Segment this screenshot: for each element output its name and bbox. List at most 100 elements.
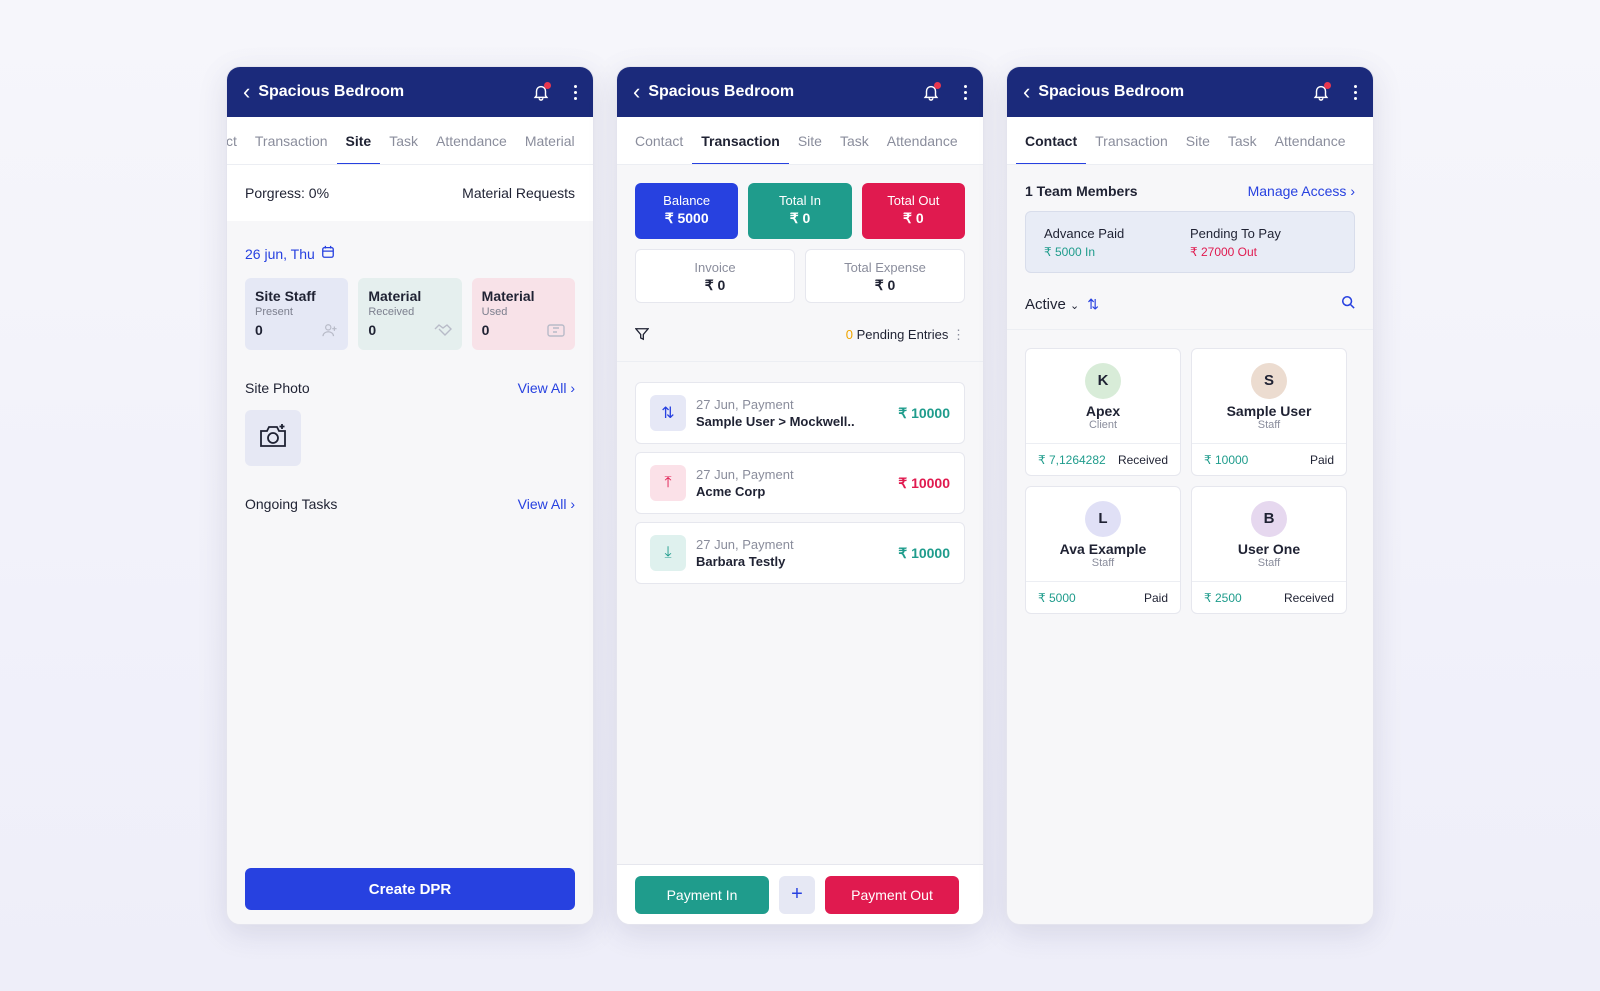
avatar: B xyxy=(1251,501,1287,537)
transaction-row[interactable]: ⤒ 27 Jun, Payment Acme Corp ₹ 10000 xyxy=(635,452,965,514)
contact-amount: ₹ 7,1264282 xyxy=(1038,452,1106,467)
app-header: ‹ Spacious Bedroom xyxy=(617,67,983,117)
more-menu-icon[interactable] xyxy=(964,84,967,100)
total-in-label: Total In xyxy=(779,193,821,208)
material-used-card[interactable]: Material Used 0 xyxy=(471,278,575,350)
team-members-count: 1 Team Members xyxy=(1025,183,1138,199)
tab-contact[interactable]: Contact xyxy=(626,117,692,164)
balance-summary: Balance ₹ 5000 Total In ₹ 0 Total Out ₹ … xyxy=(635,183,965,239)
contact-amount: ₹ 5000 xyxy=(1038,590,1076,605)
contact-card[interactable]: K Apex Client ₹ 7,1264282 Received xyxy=(1025,348,1181,476)
contact-card[interactable]: S Sample User Staff ₹ 10000 Paid xyxy=(1191,348,1347,476)
manage-access-link[interactable]: Manage Access › xyxy=(1248,183,1355,199)
tab-transaction[interactable]: Transaction xyxy=(692,117,789,164)
tab-site[interactable]: Site xyxy=(789,117,831,164)
notification-bell-icon[interactable] xyxy=(922,82,941,101)
card-subtitle: Received xyxy=(368,306,415,318)
status-filter-dropdown[interactable]: Active ⌄ xyxy=(1025,296,1079,313)
tab-task[interactable]: Task xyxy=(831,117,878,164)
tab-attendance[interactable]: Attendance xyxy=(1266,117,1355,164)
contact-status: Received xyxy=(1283,590,1334,605)
total-expense-label: Total Expense xyxy=(844,260,926,275)
total-out-label: Total Out xyxy=(887,193,940,208)
total-out-value: ₹ 0 xyxy=(903,210,924,226)
tab-bar: Contact Transaction Site Task Attendance xyxy=(1007,117,1373,165)
card-title: Site Staff xyxy=(255,288,316,304)
tab-attendance[interactable]: Attendance xyxy=(878,117,967,164)
card-subtitle: Used xyxy=(481,306,508,318)
contact-card[interactable]: L Ava Example Staff ₹ 5000 Paid xyxy=(1025,486,1181,614)
payment-in-button[interactable]: Payment In xyxy=(635,875,769,914)
balance-box[interactable]: Balance ₹ 5000 xyxy=(635,183,739,239)
contact-name: Ava Example xyxy=(1059,541,1147,557)
expense-summary: Invoice ₹ 0 Total Expense ₹ 0 xyxy=(635,249,965,303)
tab-transaction[interactable]: Transaction xyxy=(246,117,337,164)
tab-contact[interactable]: Contact xyxy=(1016,117,1087,164)
card-title: Material xyxy=(368,288,422,304)
tab-site[interactable]: Site xyxy=(336,117,381,164)
invoice-label: Invoice xyxy=(694,260,736,275)
balance-value: ₹ 5000 xyxy=(664,210,709,226)
contact-role: Staff xyxy=(1257,557,1281,569)
app-header: ‹ Spacious Bedroom xyxy=(227,67,593,117)
total-in-value: ₹ 0 xyxy=(789,210,811,226)
notification-bell-icon[interactable] xyxy=(532,82,551,101)
back-icon[interactable]: ‹ xyxy=(1023,81,1030,103)
site-staff-card[interactable]: Site Staff Present 0 xyxy=(245,278,349,350)
sort-icon[interactable]: ⇅ xyxy=(1087,296,1099,313)
tab-contact[interactable]: ct xyxy=(227,117,246,164)
ongoing-tasks-header: Ongoing Tasks View All › xyxy=(245,496,575,512)
tab-task[interactable]: Task xyxy=(380,117,427,164)
tab-attendance[interactable]: Attendance xyxy=(427,117,516,164)
payment-out-button[interactable]: Payment Out xyxy=(825,875,959,914)
back-icon[interactable]: ‹ xyxy=(243,81,250,103)
contact-grid: K Apex Client ₹ 7,1264282 Received S Samp… xyxy=(1007,329,1373,614)
balance-label: Balance xyxy=(663,193,711,208)
upload-arrow-icon: ⤒ xyxy=(650,465,686,501)
total-expense-value: ₹ 0 xyxy=(874,277,896,293)
site-screen: ‹ Spacious Bedroom ct Transaction Site T… xyxy=(226,66,594,925)
invoice-value: ₹ 0 xyxy=(704,277,726,293)
search-icon[interactable] xyxy=(1341,295,1355,313)
view-all-tasks-link[interactable]: View All › xyxy=(518,496,575,512)
pending-entries[interactable]: 0 Pending Entries ⋮ xyxy=(846,327,965,343)
site-photo-header: Site Photo View All › xyxy=(245,380,575,396)
create-dpr-button[interactable]: Create DPR xyxy=(245,868,575,910)
material-requests-link[interactable]: Material Requests xyxy=(462,185,575,201)
date-selector[interactable]: 26 jun, Thu xyxy=(245,245,575,262)
more-menu-icon[interactable] xyxy=(574,84,577,100)
pending-more-icon: ⋮ xyxy=(952,327,965,342)
transfer-icon: ⇅ xyxy=(650,395,686,431)
total-in-box[interactable]: Total In ₹ 0 xyxy=(748,183,852,239)
filter-icon[interactable] xyxy=(634,327,650,344)
transaction-amount: ₹ 10000 xyxy=(898,404,950,421)
contact-filter-row: Active ⌄ ⇅ xyxy=(1025,295,1355,313)
view-all-photos-link[interactable]: View All › xyxy=(518,380,575,396)
progress-row: Porgress: 0% Material Requests xyxy=(227,165,593,221)
contact-card[interactable]: B User One Staff ₹ 2500 Received xyxy=(1191,486,1347,614)
invoice-box[interactable]: Invoice ₹ 0 xyxy=(635,249,795,303)
tab-task[interactable]: Task xyxy=(1219,117,1266,164)
chevron-down-icon: ⌄ xyxy=(1070,299,1080,312)
transaction-row[interactable]: ⇅ 27 Jun, Payment Sample User > Mockwell… xyxy=(635,382,965,444)
back-icon[interactable]: ‹ xyxy=(633,81,640,103)
transaction-row[interactable]: ⤓ 27 Jun, Payment Barbara Testly ₹ 10000 xyxy=(635,522,965,584)
add-photo-button[interactable] xyxy=(245,410,301,466)
tab-transaction[interactable]: Transaction xyxy=(1086,117,1177,164)
total-expense-box[interactable]: Total Expense ₹ 0 xyxy=(805,249,965,303)
filter-row: 0 Pending Entries ⋮ xyxy=(634,325,965,345)
add-entry-button[interactable]: + xyxy=(779,875,815,914)
site-photo-title: Site Photo xyxy=(245,380,310,396)
total-out-box[interactable]: Total Out ₹ 0 xyxy=(861,183,965,239)
payment-action-bar: Payment In + Payment Out xyxy=(617,864,983,924)
tab-material[interactable]: Material xyxy=(516,117,584,164)
more-menu-icon[interactable] xyxy=(1354,84,1357,100)
page-title: Spacious Bedroom xyxy=(648,83,795,100)
notification-bell-icon[interactable] xyxy=(1312,82,1331,101)
team-header: 1 Team Members Manage Access › xyxy=(1025,183,1355,199)
download-arrow-icon: ⤓ xyxy=(650,535,686,571)
progress-text: Porgress: 0% xyxy=(245,185,330,201)
material-received-card[interactable]: Material Received 0 xyxy=(358,278,462,350)
transaction-meta: 27 Jun, Payment xyxy=(696,397,794,412)
tab-site[interactable]: Site xyxy=(1177,117,1219,164)
